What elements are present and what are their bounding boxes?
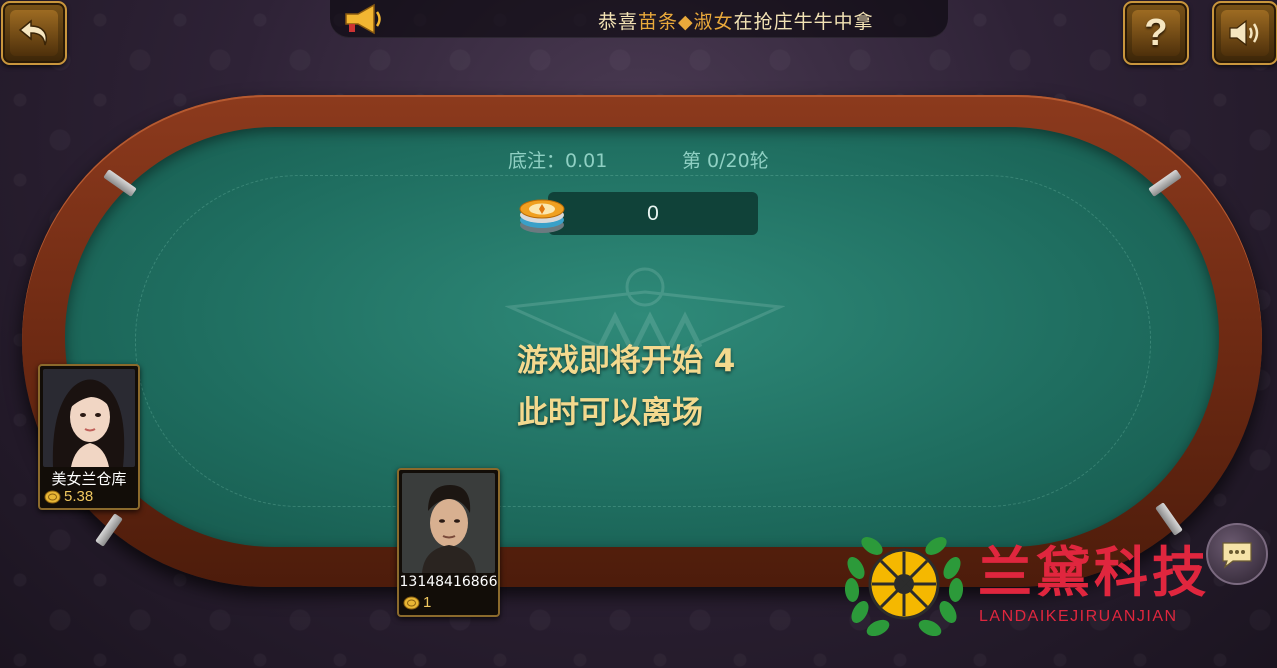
player-coins: 5.38 [64, 488, 94, 505]
player-balance: 1 [403, 594, 431, 611]
player-seat-self[interactable]: 13148416866 1 [397, 468, 500, 617]
player-coins: 1 [423, 594, 432, 611]
back-button[interactable] [1, 1, 67, 65]
back-button-face [10, 10, 58, 56]
female-avatar-icon [43, 369, 135, 467]
megaphone-icon [345, 3, 381, 35]
gold-coin-icon [403, 596, 420, 609]
chip-stack-icon [519, 199, 565, 233]
avatar [43, 369, 135, 467]
gold-coin-icon [44, 490, 61, 503]
leave-hint-message: 此时可以离场 [517, 395, 703, 431]
marquee-middle: 在抢庄牛牛 [733, 11, 834, 33]
pot-display: 0 [548, 192, 758, 235]
announcement-marquee: 恭喜苗条◆淑女在抢庄牛牛中拿 [330, 0, 948, 38]
help-button-face: ? [1132, 10, 1180, 56]
marquee-text: 恭喜苗条◆淑女在抢庄牛牛中拿 [598, 7, 874, 34]
help-button[interactable]: ? [1123, 1, 1189, 65]
back-arrow-icon [18, 19, 47, 46]
watermark-title: 兰黛科技 [978, 541, 1210, 604]
laurel-emblem-icon [844, 537, 964, 636]
marquee-prefix: 恭喜 [598, 11, 639, 33]
player-name: 13148416866 [399, 574, 498, 590]
countdown-message: 游戏即将开始 4 [517, 343, 736, 379]
watermark-subtitle: LANDAIKEJIRUANJIAN [979, 608, 1178, 625]
help-icon: ? [1144, 11, 1168, 54]
base-bet-label: 底注：0.01 [508, 150, 608, 172]
sound-button[interactable] [1212, 1, 1277, 65]
player-name: 美女兰仓库 [51, 470, 127, 488]
player-balance: 5.38 [44, 488, 93, 505]
speaker-icon [1229, 19, 1259, 47]
player-seat-left[interactable]: 美女兰仓库 5.38 [38, 364, 140, 510]
marquee-player-name: 苗条◆淑女 [638, 11, 734, 33]
pot-value: 0 [647, 202, 659, 225]
male-avatar-icon [402, 473, 495, 573]
avatar [402, 473, 495, 573]
watermark-logo: 兰黛科技 LANDAIKEJIRUANJIAN [842, 528, 1242, 638]
marquee-suffix: 中拿 [833, 11, 874, 33]
round-counter: 第 0/20轮 [682, 150, 769, 172]
sound-button-face [1221, 10, 1269, 56]
